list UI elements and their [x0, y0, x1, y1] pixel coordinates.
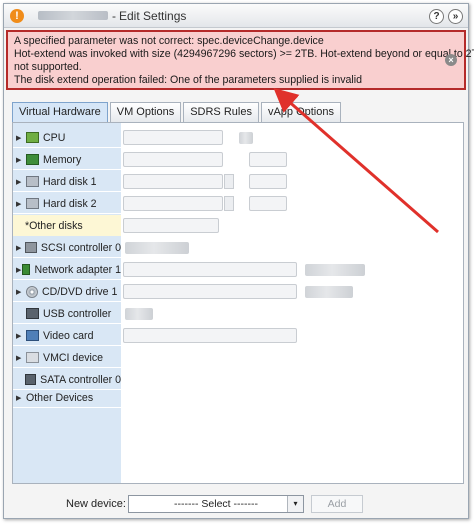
device-label: Hard disk 1	[43, 175, 97, 188]
tab-virtual-hardware[interactable]: Virtual Hardware	[12, 102, 108, 122]
device-label: *Other disks	[25, 219, 83, 232]
expand-arrow-icon[interactable]: ▶	[16, 178, 26, 186]
settings-tabs: Virtual Hardware VM Options SDRS Rules v…	[12, 102, 343, 122]
device-label: CPU	[43, 131, 66, 144]
device-row-memory[interactable]: ▶ Memory	[13, 149, 463, 170]
other-disks-value	[123, 218, 219, 233]
cd-dvd-icon	[26, 285, 38, 298]
hard-disk-icon	[26, 198, 39, 209]
close-error-icon[interactable]: ×	[445, 54, 457, 66]
new-device-select-value: ------- Select -------	[174, 498, 258, 510]
device-row-other-disks[interactable]: *Other disks	[13, 215, 463, 236]
memory-unit-select[interactable]	[249, 152, 287, 167]
virtual-hardware-panel: ▶ CPU ▶ Memory ▶ Hard disk 1 ▶ Hard disk…	[12, 122, 464, 484]
device-row-video-card[interactable]: ▶ Video card	[13, 325, 463, 346]
cpu-icon	[26, 132, 39, 143]
disk1-spinner[interactable]	[224, 174, 234, 189]
disk1-size-field[interactable]	[123, 174, 223, 189]
device-label: SCSI controller 0	[40, 241, 121, 254]
redacted-value	[305, 264, 365, 276]
device-row-cpu[interactable]: ▶ CPU	[13, 127, 463, 148]
expand-icon[interactable]: »	[448, 9, 463, 24]
sata-controller-icon	[24, 374, 37, 385]
add-button[interactable]: Add	[311, 495, 363, 513]
error-line: The disk extend operation failed: One of…	[14, 74, 363, 86]
error-line: Hot-extend was invoked with size (429496…	[14, 48, 474, 60]
disk1-unit-select[interactable]	[249, 174, 287, 189]
disk2-spinner[interactable]	[224, 196, 234, 211]
scsi-controller-icon	[25, 242, 37, 253]
help-icon[interactable]: ?	[429, 9, 444, 24]
expand-arrow-icon[interactable]: ▶	[16, 354, 26, 362]
device-row-cd-dvd[interactable]: ▶ CD/DVD drive 1	[13, 281, 463, 302]
device-label: VMCI device	[43, 351, 104, 364]
title-bar: ! - Edit Settings ? »	[4, 4, 468, 28]
device-label: CD/DVD drive 1	[42, 285, 118, 298]
error-line: A specified parameter was not correct: s…	[14, 35, 324, 47]
device-row-hard-disk-1[interactable]: ▶ Hard disk 1	[13, 171, 463, 192]
expand-arrow-icon[interactable]: ▶	[16, 156, 26, 164]
expand-arrow-icon[interactable]: ▶	[16, 244, 25, 252]
chevron-down-icon[interactable]: ▾	[287, 496, 303, 512]
device-label: USB controller	[43, 307, 112, 320]
redacted-value	[125, 242, 189, 254]
expand-arrow-icon[interactable]: ▶	[16, 200, 26, 208]
edit-settings-dialog: ! - Edit Settings ? » A specified parame…	[3, 3, 474, 519]
new-device-bar: New device: ------- Select ------- ▾ Add	[4, 490, 468, 518]
new-device-label: New device:	[66, 498, 126, 510]
device-row-other-devices[interactable]: ▶ Other Devices	[13, 387, 463, 408]
device-label: Memory	[43, 153, 82, 166]
vm-name-redacted	[38, 11, 108, 20]
expand-arrow-icon[interactable]: ▶	[16, 394, 26, 402]
device-label: Hard disk 2	[43, 197, 97, 210]
dialog-title: Edit Settings	[119, 8, 187, 23]
expand-arrow-icon[interactable]: ▶	[16, 288, 26, 296]
usb-controller-icon	[26, 308, 39, 319]
tab-vm-options[interactable]: VM Options	[109, 102, 182, 122]
tab-sdrs-rules[interactable]: SDRS Rules	[183, 102, 259, 122]
device-label: Other Devices	[26, 391, 94, 404]
network-select[interactable]	[123, 262, 297, 277]
vmci-device-icon	[26, 352, 39, 363]
video-card-select[interactable]	[123, 328, 297, 343]
cpu-count-select[interactable]	[123, 130, 223, 145]
device-label: SATA controller 0	[40, 373, 121, 386]
device-row-usb-controller[interactable]: USB controller	[13, 303, 463, 324]
disk2-size-field[interactable]	[123, 196, 223, 211]
new-device-select[interactable]: ------- Select ------- ▾	[128, 495, 304, 513]
network-adapter-icon	[21, 264, 31, 275]
device-row-network-adapter[interactable]: ▶ Network adapter 1	[13, 259, 463, 280]
warning-icon: !	[10, 8, 24, 23]
error-message-box: A specified parameter was not correct: s…	[6, 30, 474, 90]
redacted-value	[125, 308, 153, 320]
video-card-icon	[26, 330, 39, 341]
device-label: Video card	[43, 329, 94, 342]
redacted-value	[239, 132, 253, 144]
hard-disk-icon	[26, 176, 39, 187]
device-label: Network adapter 1	[34, 263, 121, 276]
disk2-unit-select[interactable]	[249, 196, 287, 211]
memory-size-field[interactable]	[123, 152, 223, 167]
expand-arrow-icon[interactable]: ▶	[16, 332, 26, 340]
device-row-hard-disk-2[interactable]: ▶ Hard disk 2	[13, 193, 463, 214]
cd-dvd-select[interactable]	[123, 284, 297, 299]
redacted-value	[305, 286, 353, 298]
expand-arrow-icon[interactable]: ▶	[16, 134, 26, 142]
device-row-scsi-controller[interactable]: ▶ SCSI controller 0	[13, 237, 463, 258]
device-row-vmci-device[interactable]: ▶ VMCI device	[13, 347, 463, 368]
error-line: not supported.	[14, 61, 82, 73]
title-separator: -	[112, 8, 116, 23]
tab-vapp-options[interactable]: vApp Options	[260, 102, 341, 122]
memory-icon	[26, 154, 39, 165]
